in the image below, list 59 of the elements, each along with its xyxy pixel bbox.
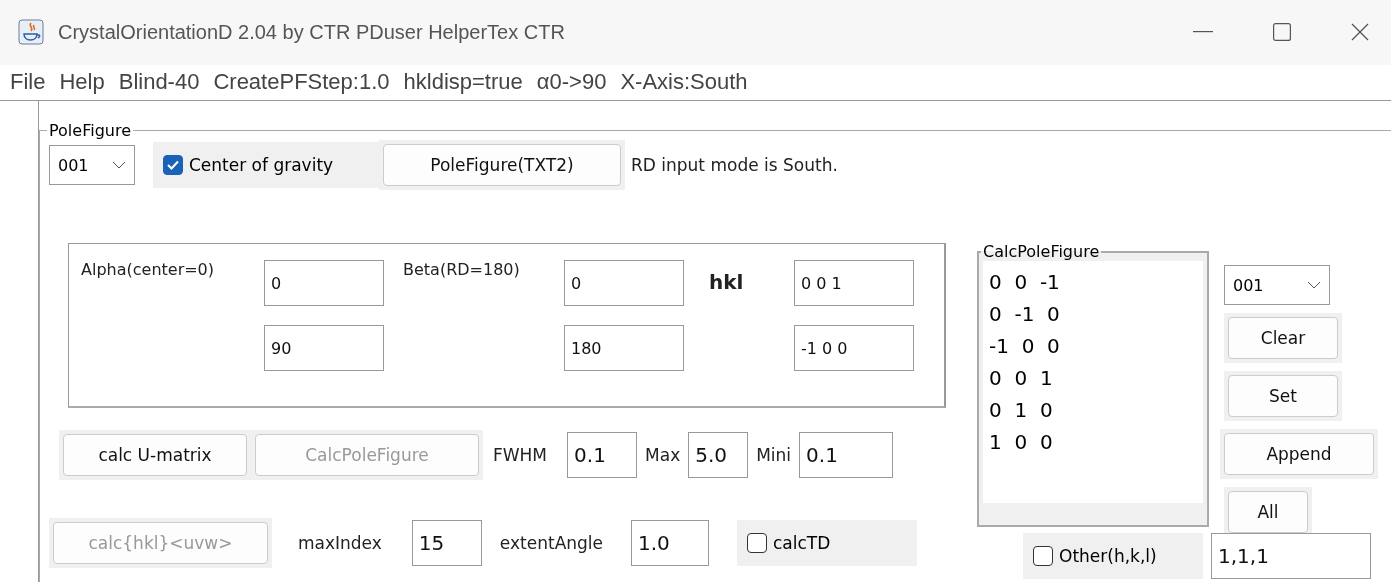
checkbox[interactable] bbox=[747, 533, 767, 553]
dropdown[interactable]: 001 bbox=[49, 145, 135, 185]
chevron-down-icon bbox=[112, 161, 126, 169]
minimize-icon[interactable] bbox=[1193, 31, 1213, 34]
button[interactable]: calc U-matrix bbox=[63, 434, 247, 476]
field-label: hkl bbox=[709, 270, 744, 294]
button[interactable]: PoleFigure(TXT2) bbox=[383, 144, 621, 186]
input-field[interactable]: 0 0 1 bbox=[794, 260, 914, 306]
checkbox-label: calcTD bbox=[773, 533, 831, 553]
close-icon[interactable] bbox=[1351, 23, 1369, 42]
button[interactable]: Append bbox=[1224, 433, 1374, 475]
dropdown[interactable]: 001 bbox=[1224, 265, 1330, 305]
checkmark-icon bbox=[167, 160, 179, 170]
window-title: CrystalOrientationD 2.04 by CTR PDuser HelperTex CTR bbox=[58, 20, 566, 44]
input-field[interactable]: -1 0 0 bbox=[794, 325, 914, 371]
list-item[interactable]: 0 1 0 bbox=[989, 397, 1197, 424]
checkbox[interactable] bbox=[1033, 546, 1053, 566]
list-box[interactable]: 0 0 -1 0 -1 0 -1 0 0 0 0 1 0 1 0 1 0 0 bbox=[983, 261, 1203, 503]
input-field[interactable]: 0.1 bbox=[799, 432, 894, 478]
field-label: Beta(RD=180) bbox=[403, 260, 520, 279]
input-field[interactable]: 180 bbox=[564, 325, 684, 371]
field-label: FWHM bbox=[493, 445, 548, 465]
field-label: Alpha(center=0) bbox=[81, 260, 215, 279]
input-field[interactable]: 0 bbox=[564, 260, 684, 306]
mode-text: RD input mode is South. bbox=[631, 155, 838, 175]
group-title: PoleFigure bbox=[48, 121, 132, 140]
menu-item[interactable]: CreatePFStep:1.0 bbox=[213, 69, 390, 96]
field-label: Max bbox=[645, 445, 681, 465]
input-field[interactable]: 5.0 bbox=[688, 432, 749, 478]
checkbox-label: Other(h,k,l) bbox=[1059, 546, 1157, 566]
maximize-icon[interactable] bbox=[1273, 23, 1291, 42]
list-item[interactable]: 0 0 1 bbox=[989, 365, 1197, 392]
checkbox[interactable] bbox=[163, 155, 183, 175]
app-icon bbox=[18, 19, 44, 46]
list-item[interactable]: 1 0 0 bbox=[989, 429, 1197, 456]
checkbox-label: Center of gravity bbox=[189, 155, 334, 175]
chevron-down-icon bbox=[1307, 281, 1321, 289]
menu-item[interactable]: File bbox=[10, 69, 46, 96]
input-field[interactable]: 15 bbox=[411, 520, 482, 566]
input-field[interactable]: 1.0 bbox=[631, 520, 709, 566]
list-item[interactable]: 0 0 -1 bbox=[989, 269, 1197, 296]
list-item[interactable]: -1 0 0 bbox=[989, 333, 1197, 360]
field-label: maxIndex bbox=[298, 533, 382, 553]
field-label: Mini bbox=[756, 445, 792, 465]
field-label: extentAngle bbox=[499, 533, 603, 553]
input-field[interactable]: 0 bbox=[264, 260, 384, 306]
button[interactable]: Set bbox=[1228, 375, 1338, 417]
menu-item[interactable]: Blind-40 bbox=[118, 69, 200, 96]
input-field[interactable]: 0.1 bbox=[567, 432, 638, 478]
menu-item[interactable]: α0->90 bbox=[536, 69, 607, 96]
menu-item[interactable]: Help bbox=[59, 69, 105, 96]
group-title: CalcPoleFigure bbox=[982, 242, 1101, 261]
input-field[interactable]: 1,1,1 bbox=[1211, 533, 1371, 579]
button[interactable]: Clear bbox=[1228, 317, 1338, 359]
button[interactable]: All bbox=[1228, 491, 1308, 533]
input-field[interactable]: 90 bbox=[264, 325, 384, 371]
list-item[interactable]: 0 -1 0 bbox=[989, 301, 1197, 328]
menu-item[interactable]: X-Axis:South bbox=[620, 69, 748, 96]
menu-item[interactable]: hkldisp=true bbox=[403, 69, 523, 96]
